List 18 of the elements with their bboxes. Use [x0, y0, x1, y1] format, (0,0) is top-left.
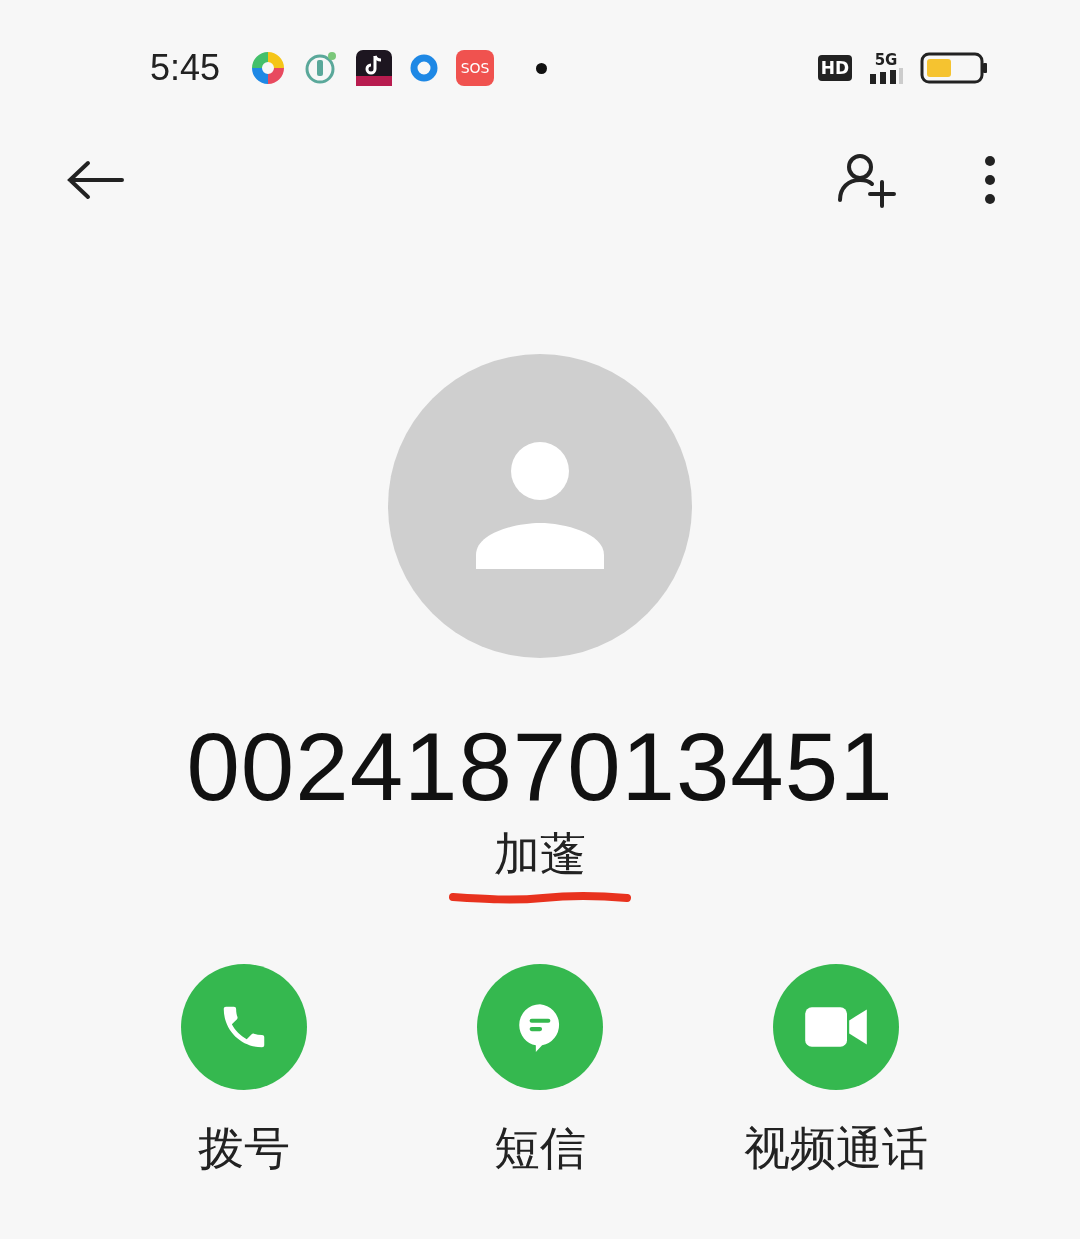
ring-icon [410, 54, 439, 82]
more-options-icon[interactable] [984, 155, 996, 205]
music-app-icon [356, 50, 393, 86]
action-label: 短信 [494, 1120, 586, 1177]
action-label: 拨号 [198, 1120, 290, 1177]
action-label: 视频通话 [744, 1120, 928, 1177]
app-icon [250, 50, 287, 86]
status-time: 5:45 [150, 46, 221, 90]
signal-icon [868, 68, 904, 84]
location-label: 加蓬 [494, 826, 586, 883]
network-label: 5G [874, 52, 898, 68]
video-camera-icon [805, 1005, 867, 1049]
hd-badge: HD [817, 55, 852, 81]
sos-badge: SOS [456, 50, 495, 86]
add-contact-icon[interactable] [836, 152, 898, 208]
back-arrow-icon[interactable] [66, 160, 124, 200]
battery-icon [920, 52, 988, 84]
phone-number: 0024187013451 [186, 712, 894, 822]
